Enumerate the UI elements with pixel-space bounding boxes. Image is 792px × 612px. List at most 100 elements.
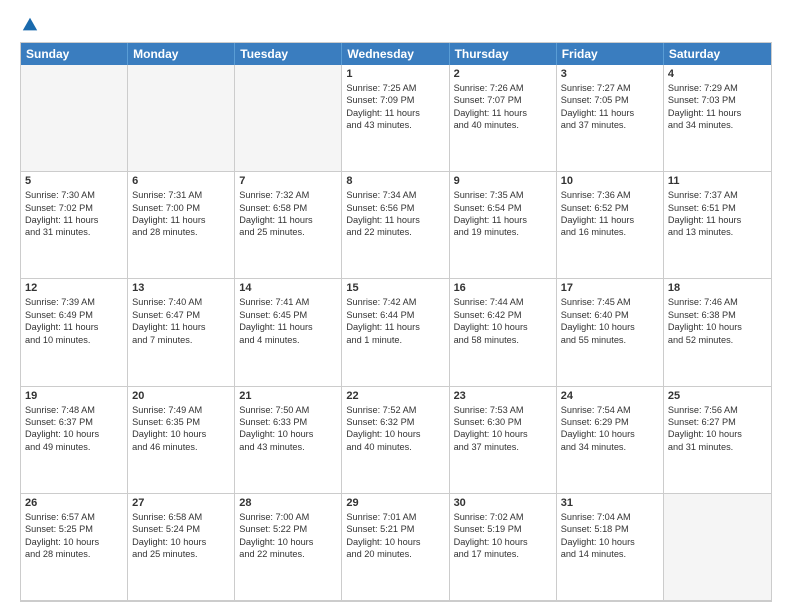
day-number: 16: [454, 282, 552, 294]
cell-content: Sunrise: 7:53 AM Sunset: 6:30 PM Dayligh…: [454, 404, 552, 454]
cell-content: Sunrise: 7:30 AM Sunset: 7:02 PM Dayligh…: [25, 189, 123, 239]
cell-content: Sunrise: 7:39 AM Sunset: 6:49 PM Dayligh…: [25, 296, 123, 346]
calendar-cell: 30 Sunrise: 7:02 AM Sunset: 5:19 PM Dayli…: [450, 494, 557, 601]
cell-content: Sunrise: 7:45 AM Sunset: 6:40 PM Dayligh…: [561, 296, 659, 346]
logo-icon: [21, 16, 39, 34]
cell-content: Sunrise: 6:58 AM Sunset: 5:24 PM Dayligh…: [132, 511, 230, 561]
calendar-cell: 27Sunrise: 6:58 AM Sunset: 5:24 PM Dayli…: [128, 494, 235, 601]
calendar-cell: 2 Sunrise: 7:26 AM Sunset: 7:07 PM Daylig…: [450, 65, 557, 172]
cell-content: Sunrise: 7:04 AM Sunset: 5:18 PM Dayligh…: [561, 511, 659, 561]
header: [20, 16, 772, 34]
day-number: 3: [561, 68, 659, 80]
cell-content: Sunrise: 7:50 AM Sunset: 6:33 PM Dayligh…: [239, 404, 337, 454]
day-number: 20: [132, 390, 230, 402]
cell-content: Sunrise: 7:49 AM Sunset: 6:35 PM Dayligh…: [132, 404, 230, 454]
cell-content: Sunrise: 7:27 AM Sunset: 7:05 PM Dayligh…: [561, 82, 659, 132]
day-header: Monday: [128, 43, 235, 65]
day-number: 22: [346, 390, 444, 402]
calendar-cell: 7Sunrise: 7:32 AM Sunset: 6:58 PM Daylig…: [235, 172, 342, 279]
cell-content: Sunrise: 7:40 AM Sunset: 6:47 PM Dayligh…: [132, 296, 230, 346]
day-number: 17: [561, 282, 659, 294]
calendar-cell: 26 Sunrise: 6:57 AM Sunset: 5:25 PM Dayli…: [21, 494, 128, 601]
day-header: Thursday: [450, 43, 557, 65]
day-number: 10: [561, 175, 659, 187]
calendar-cell: 18 Sunrise: 7:46 AM Sunset: 6:38 PM Dayli…: [664, 279, 771, 386]
day-number: 15: [346, 282, 444, 294]
cell-content: Sunrise: 7:02 AM Sunset: 5:19 PM Dayligh…: [454, 511, 552, 561]
cell-content: Sunrise: 6:57 AM Sunset: 5:25 PM Dayligh…: [25, 511, 123, 561]
logo-text: [20, 16, 40, 34]
calendar-cell: 8 Sunrise: 7:34 AM Sunset: 6:56 PM Daylig…: [342, 172, 449, 279]
cell-content: Sunrise: 7:34 AM Sunset: 6:56 PM Dayligh…: [346, 189, 444, 239]
logo: [20, 16, 40, 34]
calendar-cell: 19Sunrise: 7:48 AM Sunset: 6:37 PM Dayli…: [21, 387, 128, 494]
calendar-cell: 29 Sunrise: 7:01 AM Sunset: 5:21 PM Dayli…: [342, 494, 449, 601]
calendar-cell: 12Sunrise: 7:39 AM Sunset: 6:49 PM Dayli…: [21, 279, 128, 386]
calendar-cell: 3 Sunrise: 7:27 AM Sunset: 7:05 PM Daylig…: [557, 65, 664, 172]
day-headers: SundayMondayTuesdayWednesdayThursdayFrid…: [21, 43, 771, 65]
day-number: 26: [25, 497, 123, 509]
calendar-cell: [235, 65, 342, 172]
day-number: 2: [454, 68, 552, 80]
cell-content: Sunrise: 7:56 AM Sunset: 6:27 PM Dayligh…: [668, 404, 767, 454]
cell-content: Sunrise: 7:44 AM Sunset: 6:42 PM Dayligh…: [454, 296, 552, 346]
cell-content: Sunrise: 7:25 AM Sunset: 7:09 PM Dayligh…: [346, 82, 444, 132]
calendar-cell: 28Sunrise: 7:00 AM Sunset: 5:22 PM Dayli…: [235, 494, 342, 601]
calendar-cell: 11 Sunrise: 7:37 AM Sunset: 6:51 PM Dayli…: [664, 172, 771, 279]
calendar-cell: 5 Sunrise: 7:30 AM Sunset: 7:02 PM Daylig…: [21, 172, 128, 279]
calendar-cell: 31 Sunrise: 7:04 AM Sunset: 5:18 PM Dayli…: [557, 494, 664, 601]
day-number: 30: [454, 497, 552, 509]
calendar-cell: 1 Sunrise: 7:25 AM Sunset: 7:09 PM Daylig…: [342, 65, 449, 172]
day-number: 24: [561, 390, 659, 402]
cell-content: Sunrise: 7:36 AM Sunset: 6:52 PM Dayligh…: [561, 189, 659, 239]
calendar-cell: [128, 65, 235, 172]
day-number: 28: [239, 497, 337, 509]
cell-content: Sunrise: 7:48 AM Sunset: 6:37 PM Dayligh…: [25, 404, 123, 454]
calendar-cell: [664, 494, 771, 601]
day-number: 9: [454, 175, 552, 187]
calendar-cell: 17 Sunrise: 7:45 AM Sunset: 6:40 PM Dayli…: [557, 279, 664, 386]
day-number: 14: [239, 282, 337, 294]
calendar-cell: 10 Sunrise: 7:36 AM Sunset: 6:52 PM Dayli…: [557, 172, 664, 279]
day-number: 1: [346, 68, 444, 80]
calendar-cell: 21 Sunrise: 7:50 AM Sunset: 6:33 PM Dayli…: [235, 387, 342, 494]
day-header: Saturday: [664, 43, 771, 65]
day-number: 21: [239, 390, 337, 402]
calendar-cell: 23 Sunrise: 7:53 AM Sunset: 6:30 PM Dayli…: [450, 387, 557, 494]
cell-content: Sunrise: 7:41 AM Sunset: 6:45 PM Dayligh…: [239, 296, 337, 346]
calendar-grid: 1 Sunrise: 7:25 AM Sunset: 7:09 PM Daylig…: [21, 65, 771, 601]
calendar-cell: 16 Sunrise: 7:44 AM Sunset: 6:42 PM Dayli…: [450, 279, 557, 386]
day-number: 5: [25, 175, 123, 187]
cell-content: Sunrise: 7:42 AM Sunset: 6:44 PM Dayligh…: [346, 296, 444, 346]
day-header: Friday: [557, 43, 664, 65]
calendar-cell: 24 Sunrise: 7:54 AM Sunset: 6:29 PM Dayli…: [557, 387, 664, 494]
cell-content: Sunrise: 7:46 AM Sunset: 6:38 PM Dayligh…: [668, 296, 767, 346]
day-header: Sunday: [21, 43, 128, 65]
day-number: 31: [561, 497, 659, 509]
cell-content: Sunrise: 7:32 AM Sunset: 6:58 PM Dayligh…: [239, 189, 337, 239]
cell-content: Sunrise: 7:35 AM Sunset: 6:54 PM Dayligh…: [454, 189, 552, 239]
calendar-cell: 9 Sunrise: 7:35 AM Sunset: 6:54 PM Daylig…: [450, 172, 557, 279]
day-header: Tuesday: [235, 43, 342, 65]
calendar-cell: 25Sunrise: 7:56 AM Sunset: 6:27 PM Dayli…: [664, 387, 771, 494]
cell-content: Sunrise: 7:26 AM Sunset: 7:07 PM Dayligh…: [454, 82, 552, 132]
day-number: 29: [346, 497, 444, 509]
cell-content: Sunrise: 7:37 AM Sunset: 6:51 PM Dayligh…: [668, 189, 767, 239]
cell-content: Sunrise: 7:52 AM Sunset: 6:32 PM Dayligh…: [346, 404, 444, 454]
cell-content: Sunrise: 7:01 AM Sunset: 5:21 PM Dayligh…: [346, 511, 444, 561]
day-number: 8: [346, 175, 444, 187]
day-number: 13: [132, 282, 230, 294]
calendar-cell: 20 Sunrise: 7:49 AM Sunset: 6:35 PM Dayli…: [128, 387, 235, 494]
calendar-cell: 14 Sunrise: 7:41 AM Sunset: 6:45 PM Dayli…: [235, 279, 342, 386]
day-number: 6: [132, 175, 230, 187]
cell-content: Sunrise: 7:54 AM Sunset: 6:29 PM Dayligh…: [561, 404, 659, 454]
day-number: 11: [668, 175, 767, 187]
day-number: 18: [668, 282, 767, 294]
calendar-cell: 15 Sunrise: 7:42 AM Sunset: 6:44 PM Dayli…: [342, 279, 449, 386]
calendar-cell: 6 Sunrise: 7:31 AM Sunset: 7:00 PM Daylig…: [128, 172, 235, 279]
cell-content: Sunrise: 7:31 AM Sunset: 7:00 PM Dayligh…: [132, 189, 230, 239]
day-number: 23: [454, 390, 552, 402]
calendar: SundayMondayTuesdayWednesdayThursdayFrid…: [20, 42, 772, 602]
calendar-cell: 13 Sunrise: 7:40 AM Sunset: 6:47 PM Dayli…: [128, 279, 235, 386]
calendar-cell: 4Sunrise: 7:29 AM Sunset: 7:03 PM Daylig…: [664, 65, 771, 172]
